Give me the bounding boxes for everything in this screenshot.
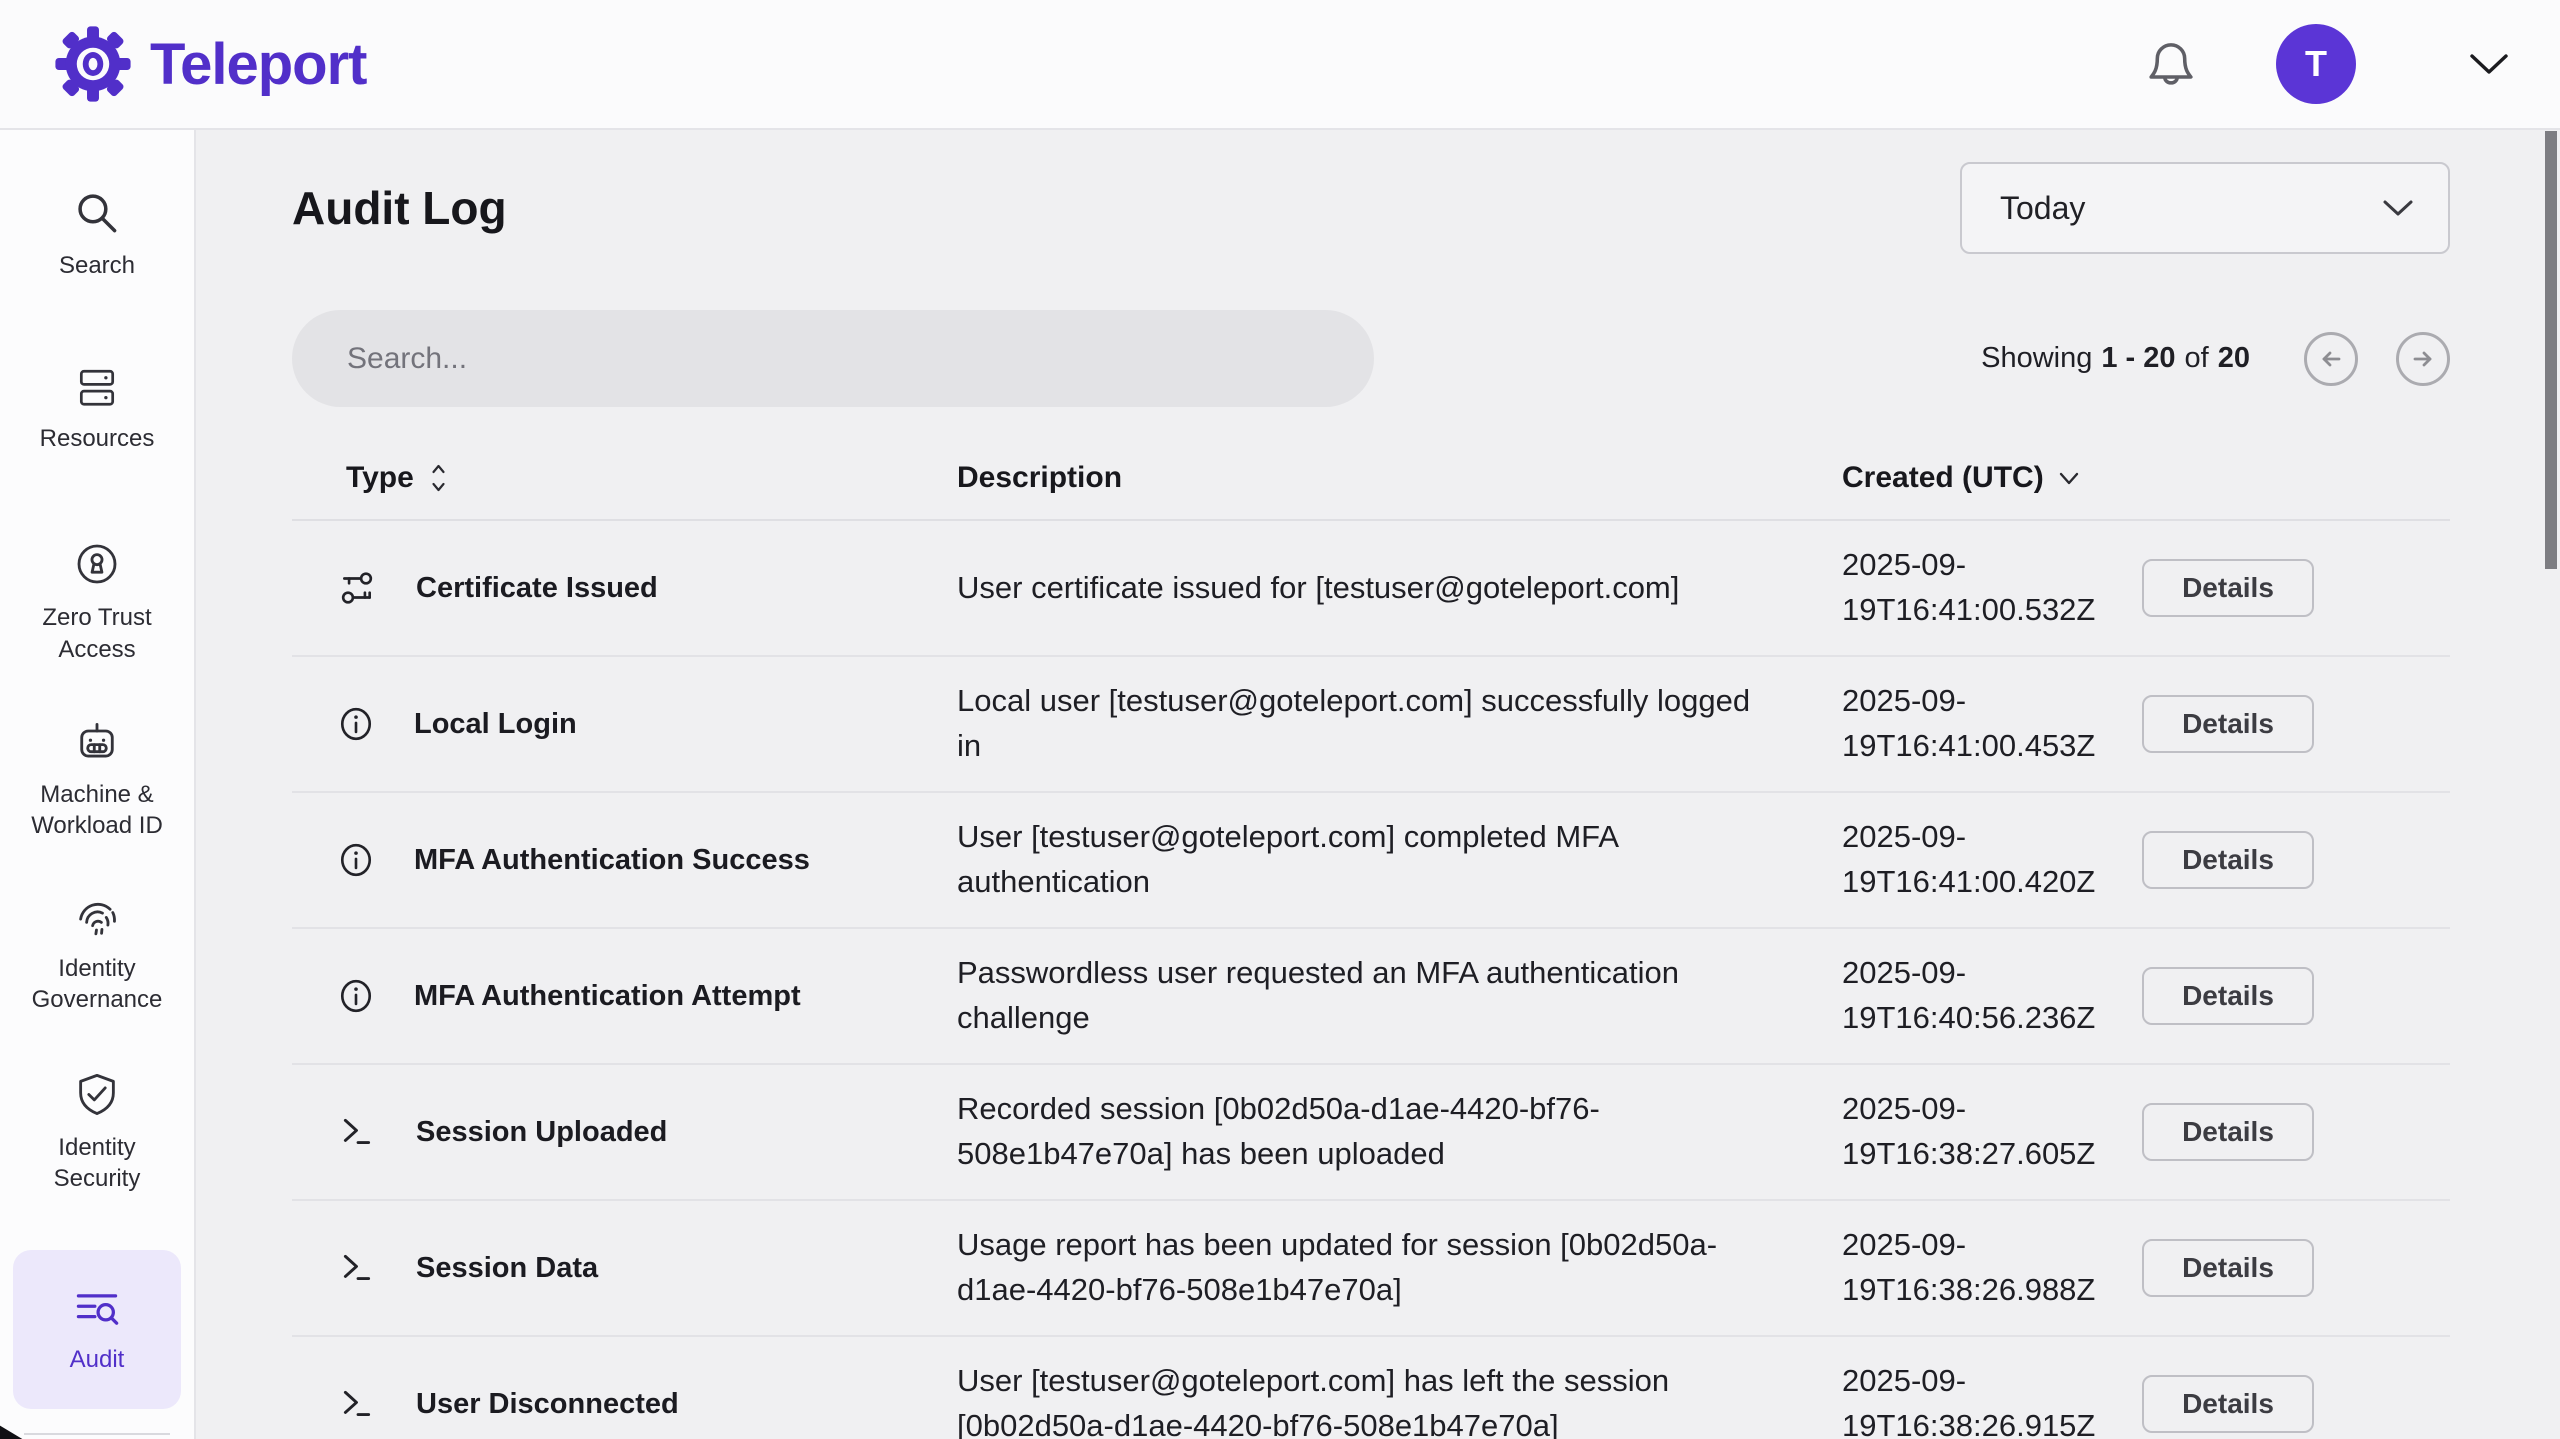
details-button[interactable]: Details (2142, 967, 2314, 1025)
date-range-value: Today (2000, 190, 2085, 227)
details-button[interactable]: Details (2142, 831, 2314, 889)
machine-workload-id-icon (73, 721, 121, 765)
sidebar-item-label: Search (59, 250, 135, 281)
table-row: Local Login Local user [testuser@gotelep… (292, 657, 2450, 793)
info-icon (338, 841, 374, 879)
event-type: User Disconnected (416, 1388, 679, 1421)
event-description: Usage report has been updated for sessio… (957, 1223, 1842, 1313)
sidebar-item-resources[interactable]: Resources (13, 367, 181, 454)
event-created: 2025-09-19T16:38:26.915Z (1842, 1359, 2142, 1439)
terminal-icon (338, 1386, 376, 1422)
event-type: Certificate Issued (416, 572, 658, 605)
date-range-select[interactable]: Today (1960, 162, 2450, 254)
identity-governance-icon (73, 897, 121, 939)
mouse-cursor (0, 1420, 38, 1439)
sort-icon (430, 461, 447, 495)
user-menu-chevron-down-icon[interactable] (2468, 51, 2510, 77)
sidebar-item-label: Identity Governance (13, 953, 181, 1015)
details-button[interactable]: Details (2142, 1375, 2314, 1433)
table-row: Certificate Issued User certificate issu… (292, 521, 2450, 657)
event-description: Recorded session [0b02d50a-d1ae-4420-bf7… (957, 1087, 1842, 1177)
sidebar-item-label: Resources (40, 423, 155, 454)
audit-icon (73, 1288, 121, 1330)
resources-icon (74, 367, 120, 409)
sort-desc-icon (2058, 471, 2080, 486)
event-type: Local Login (414, 708, 577, 741)
showing-count: Showing1 - 20of20 (1981, 342, 2250, 375)
table-row: Session Data Usage report has been updat… (292, 1201, 2450, 1337)
teleport-gear-icon (52, 23, 134, 105)
page-title: Audit Log (292, 181, 507, 235)
avatar-initial: T (2305, 43, 2327, 85)
sidebar-item-identity-security[interactable]: Identity Security (13, 1072, 181, 1194)
event-description: Local user [testuser@goteleport.com] suc… (957, 679, 1842, 769)
terminal-icon (338, 1250, 376, 1286)
sidebar-item-label: Machine & Workload ID (13, 779, 181, 841)
table-row: MFA Authentication Success User [testuse… (292, 793, 2450, 929)
sidebar-item-machine-workload-id[interactable]: Machine & Workload ID (13, 721, 181, 841)
event-description: Passwordless user requested an MFA authe… (957, 951, 1842, 1041)
event-created: 2025-09-19T16:40:56.236Z (1842, 951, 2142, 1041)
column-header-created[interactable]: Created (UTC) (1842, 461, 2142, 495)
event-type: MFA Authentication Success (414, 844, 810, 877)
notifications-bell-icon[interactable] (2146, 38, 2196, 90)
info-icon (338, 977, 374, 1015)
audit-log-table: Type Description Created (UTC) (292, 461, 2450, 1439)
event-created: 2025-09-19T16:38:26.988Z (1842, 1223, 2142, 1313)
event-type: Session Uploaded (416, 1116, 667, 1149)
event-type: MFA Authentication Attempt (414, 980, 801, 1013)
sidebar-item-audit[interactable]: Audit (13, 1250, 181, 1409)
event-description: User [testuser@goteleport.com] has left … (957, 1359, 1842, 1439)
sidebar-item-zero-trust-access[interactable]: Zero Trust Access (13, 540, 181, 664)
sidebar-divider (24, 1433, 170, 1435)
terminal-icon (338, 1114, 376, 1150)
event-created: 2025-09-19T16:41:00.453Z (1842, 679, 2142, 769)
main-content: Audit Log Today Showing1 - 20of20 (198, 132, 2560, 1439)
search-icon (74, 190, 120, 236)
details-button[interactable]: Details (2142, 1239, 2314, 1297)
details-button[interactable]: Details (2142, 1103, 2314, 1161)
details-button[interactable]: Details (2142, 695, 2314, 753)
table-header-row: Type Description Created (UTC) (292, 461, 2450, 521)
table-row: User Disconnected User [testuser@gotelep… (292, 1337, 2450, 1439)
details-button[interactable]: Details (2142, 559, 2314, 617)
sidebar-item-identity-governance[interactable]: Identity Governance (13, 897, 181, 1015)
column-header-description[interactable]: Description (957, 461, 1842, 495)
event-created: 2025-09-19T16:41:00.420Z (1842, 815, 2142, 905)
info-icon (338, 705, 374, 743)
sidebar-item-label: Identity Security (13, 1132, 181, 1194)
topbar: Teleport T (0, 0, 2560, 130)
zero-trust-access-icon (73, 540, 121, 588)
event-description: User certificate issued for [testuser@go… (957, 566, 1842, 611)
search-input[interactable] (292, 310, 1374, 407)
sidebar-item-label: Zero Trust Access (13, 602, 181, 664)
event-description: User [testuser@goteleport.com] completed… (957, 815, 1842, 905)
user-avatar[interactable]: T (2276, 24, 2356, 104)
sidebar-nav: Search Resources Zero Trust Access (0, 130, 196, 1439)
identity-security-icon (73, 1072, 121, 1118)
event-created: 2025-09-19T16:38:27.605Z (1842, 1087, 2142, 1177)
teleport-logo[interactable]: Teleport (52, 23, 367, 105)
logo-wordmark: Teleport (150, 31, 367, 98)
next-page-button[interactable] (2396, 332, 2450, 386)
chevron-down-icon (2382, 198, 2414, 218)
previous-page-button[interactable] (2304, 332, 2358, 386)
table-row: MFA Authentication Attempt Passwordless … (292, 929, 2450, 1065)
event-type: Session Data (416, 1252, 598, 1285)
sidebar-item-search[interactable]: Search (13, 190, 181, 281)
event-created: 2025-09-19T16:41:00.532Z (1842, 543, 2142, 633)
vertical-scrollbar[interactable] (2545, 131, 2557, 569)
table-row: Session Uploaded Recorded session [0b02d… (292, 1065, 2450, 1201)
column-header-type[interactable]: Type (292, 461, 957, 495)
keys-icon (338, 569, 376, 607)
sidebar-item-label: Audit (70, 1344, 125, 1375)
